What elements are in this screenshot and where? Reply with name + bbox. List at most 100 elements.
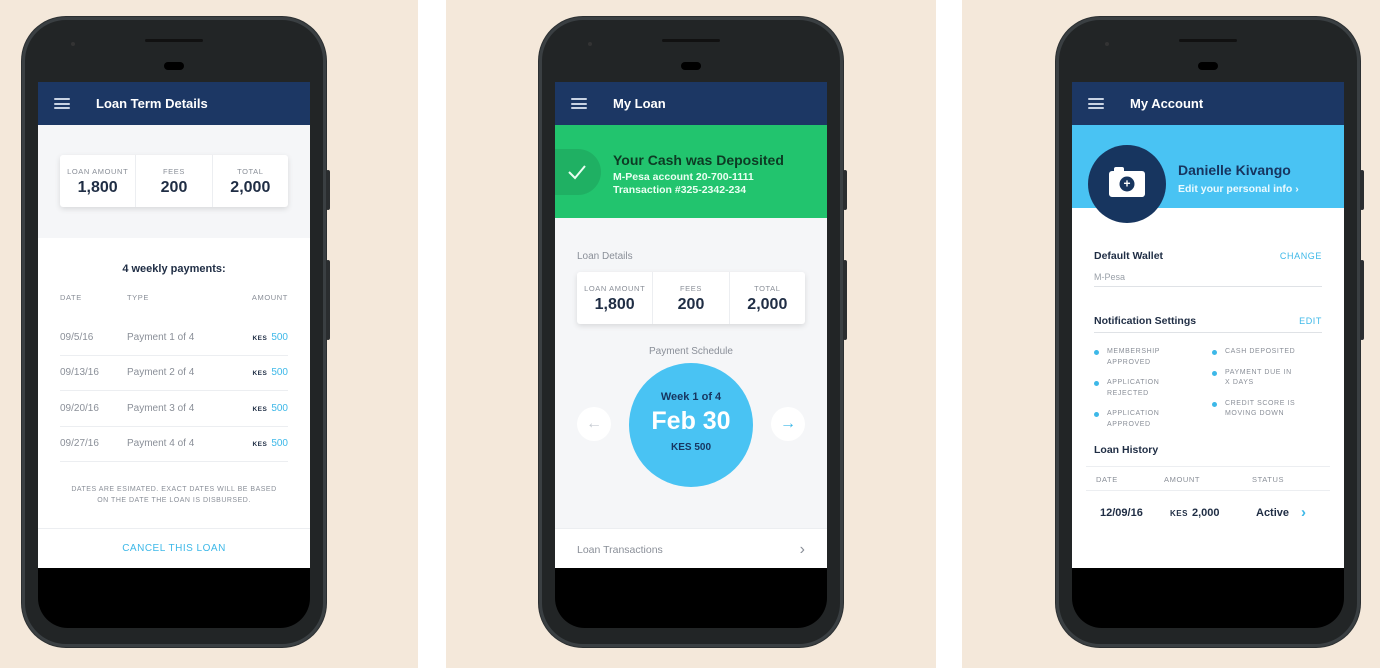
banner-account: M-Pesa account 20-700-1111 <box>613 171 754 183</box>
loan-details-label: Loan Details <box>577 251 633 262</box>
menu-icon[interactable] <box>571 98 587 109</box>
payment-schedule-label: Payment Schedule <box>649 346 733 357</box>
menu-icon[interactable] <box>54 98 70 109</box>
loan-history-table-header: DATE AMOUNT STATUS <box>1086 466 1330 491</box>
stat-value: 1,800 <box>77 179 118 196</box>
schedule-circle: Week 1 of 4 Feb 30 KES 500 <box>629 363 753 487</box>
chevron-right-icon: › <box>1301 504 1307 521</box>
prev-week-button[interactable]: ← <box>577 407 611 441</box>
loan-transactions-link[interactable]: Loan Transactions › <box>555 528 827 568</box>
column-header-amount: AMOUNT <box>1164 475 1201 484</box>
stat-value: 2,000 <box>230 179 271 196</box>
arrow-right-icon: → <box>780 415 796 432</box>
amount: 2,000 <box>1191 506 1220 519</box>
amount: 500 <box>271 331 288 343</box>
disclaimer-note: DATES ARE ESIMATED. EXACT DATES WILL BE … <box>71 486 277 504</box>
bullet-icon <box>1094 412 1099 417</box>
page-title: Loan Term Details <box>96 96 208 111</box>
notification-item: APPLICATION APPROVED <box>1094 409 1204 430</box>
payment-schedule-carousel: ← Week 1 of 4 Feb 30 KES 500 → <box>577 363 805 493</box>
loan-details-area: Loan Details LOAN AMOUNT 1,800 FEES 200 … <box>555 218 827 528</box>
bullet-icon <box>1094 350 1099 355</box>
status-badge: Active <box>1256 506 1290 519</box>
front-camera <box>681 62 701 70</box>
table-row: 09/13/16 Payment 2 of 4 KES 500 <box>60 356 288 391</box>
loan-transactions-label: Loan Transactions <box>577 543 663 556</box>
loan-summary-card: LOAN AMOUNT 1,800 FEES 200 TOTAL 2,000 <box>60 155 288 207</box>
currency: KES <box>252 334 268 342</box>
screen-loan-term-details: Loan Term Details LOAN AMOUNT 1,800 FEES… <box>38 82 310 568</box>
user-name: Danielle Kivango <box>1178 162 1291 178</box>
notification-section-header: Notification Settings EDIT <box>1094 315 1322 333</box>
notification-column-left: MEMBERSHIP APPROVED APPLICATION REJECTED… <box>1094 347 1204 440</box>
stat-value: 1,800 <box>594 296 635 313</box>
chevron-right-icon: › <box>799 540 805 558</box>
phone-chin <box>555 568 827 628</box>
volume-button <box>326 260 330 340</box>
stat-total: TOTAL 2,000 <box>213 155 288 207</box>
notification-text: APPLICATION APPROVED <box>1107 410 1160 428</box>
app-bar: My Account <box>1072 82 1344 125</box>
payments-table: DATE TYPE AMOUNT 09/5/16 Payment 1 of 4 … <box>38 293 310 462</box>
notification-item: APPLICATION REJECTED <box>1094 378 1204 399</box>
loan-amount: KES 2,000 <box>1170 507 1256 519</box>
notification-text: APPLICATION REJECTED <box>1107 379 1160 397</box>
payment-date: 09/20/16 <box>60 402 99 414</box>
app-bar: Loan Term Details <box>38 82 310 125</box>
phone-loan-term: Loan Term Details LOAN AMOUNT 1,800 FEES… <box>22 17 330 647</box>
currency: KES <box>1170 508 1188 518</box>
amount: 500 <box>271 367 288 379</box>
wallet-section-header: Default Wallet CHANGE <box>1094 250 1322 262</box>
stat-label: LOAN AMOUNT <box>67 167 129 176</box>
payment-type: Payment 4 of 4 <box>127 438 195 450</box>
payment-type: Payment 3 of 4 <box>127 402 195 414</box>
edit-personal-info-link[interactable]: Edit your personal info › <box>1178 183 1299 195</box>
phone-chin <box>1072 568 1344 628</box>
phone-my-loan: My Loan Your Cash was Deposited M-Pesa a… <box>539 17 847 647</box>
power-button <box>326 170 330 210</box>
front-camera <box>1198 62 1218 70</box>
notification-column-right: CASH DEPOSITED PAYMENT DUE IN X DAYS CRE… <box>1212 347 1322 440</box>
table-row: 09/20/16 Payment 3 of 4 KES 500 <box>60 391 288 427</box>
wallet-value[interactable]: M-Pesa <box>1094 262 1322 287</box>
loan-date: 12/09/16 <box>1100 506 1143 519</box>
column-header-date: DATE <box>60 293 82 302</box>
table-row: 09/27/16 Payment 4 of 4 KES 500 <box>60 427 288 462</box>
payment-type: Payment 2 of 4 <box>127 367 195 379</box>
front-camera <box>164 62 184 70</box>
cancel-loan-button[interactable]: CANCEL THIS LOAN <box>38 528 310 568</box>
notification-text: PAYMENT DUE IN X DAYS <box>1225 368 1292 387</box>
notification-item: MEMBERSHIP APPROVED <box>1094 347 1204 368</box>
schedule-week: Week 1 of 4 <box>660 391 722 403</box>
currency: KES <box>252 405 268 413</box>
table-header: DATE TYPE AMOUNT <box>60 293 288 320</box>
phone-my-account: My Account + Danielle Kivango Edit your … <box>1056 17 1364 647</box>
amount: 500 <box>271 438 288 450</box>
screen-my-loan: My Loan Your Cash was Deposited M-Pesa a… <box>555 82 827 568</box>
stat-value: 2,000 <box>747 296 788 313</box>
stat-total: TOTAL 2,000 <box>730 272 805 324</box>
payment-amount: KES 500 <box>252 438 288 449</box>
bullet-icon <box>1212 370 1217 376</box>
payment-amount: KES 500 <box>252 403 288 414</box>
stat-value: 200 <box>677 296 705 313</box>
notification-item: CASH DEPOSITED <box>1212 347 1322 358</box>
notification-item: PAYMENT DUE IN X DAYS <box>1212 368 1322 389</box>
notification-label: Notification Settings <box>1094 315 1197 327</box>
menu-icon[interactable] <box>1088 98 1104 109</box>
table-row: 09/5/16 Payment 1 of 4 KES 500 <box>60 320 288 356</box>
account-settings: Default Wallet CHANGE M-Pesa Notificatio… <box>1072 250 1344 521</box>
phone-chin <box>38 568 310 628</box>
stat-label: FEES <box>679 284 702 293</box>
stat-fees: FEES 200 <box>136 155 213 207</box>
notification-item: CREDIT SCORE IS MOVING DOWN <box>1212 399 1322 420</box>
page-title: My Account <box>1130 96 1204 111</box>
next-week-button[interactable]: → <box>771 407 805 441</box>
change-wallet-button[interactable]: CHANGE <box>1280 251 1322 261</box>
notification-text: CASH DEPOSITED <box>1225 348 1296 355</box>
avatar[interactable]: + <box>1088 145 1166 223</box>
edit-notifications-button[interactable]: EDIT <box>1299 316 1322 326</box>
stat-loan-amount: LOAN AMOUNT 1,800 <box>60 155 137 207</box>
speaker <box>145 39 203 42</box>
table-row[interactable]: 12/09/16 KES 2,000 Active › <box>1094 491 1322 521</box>
